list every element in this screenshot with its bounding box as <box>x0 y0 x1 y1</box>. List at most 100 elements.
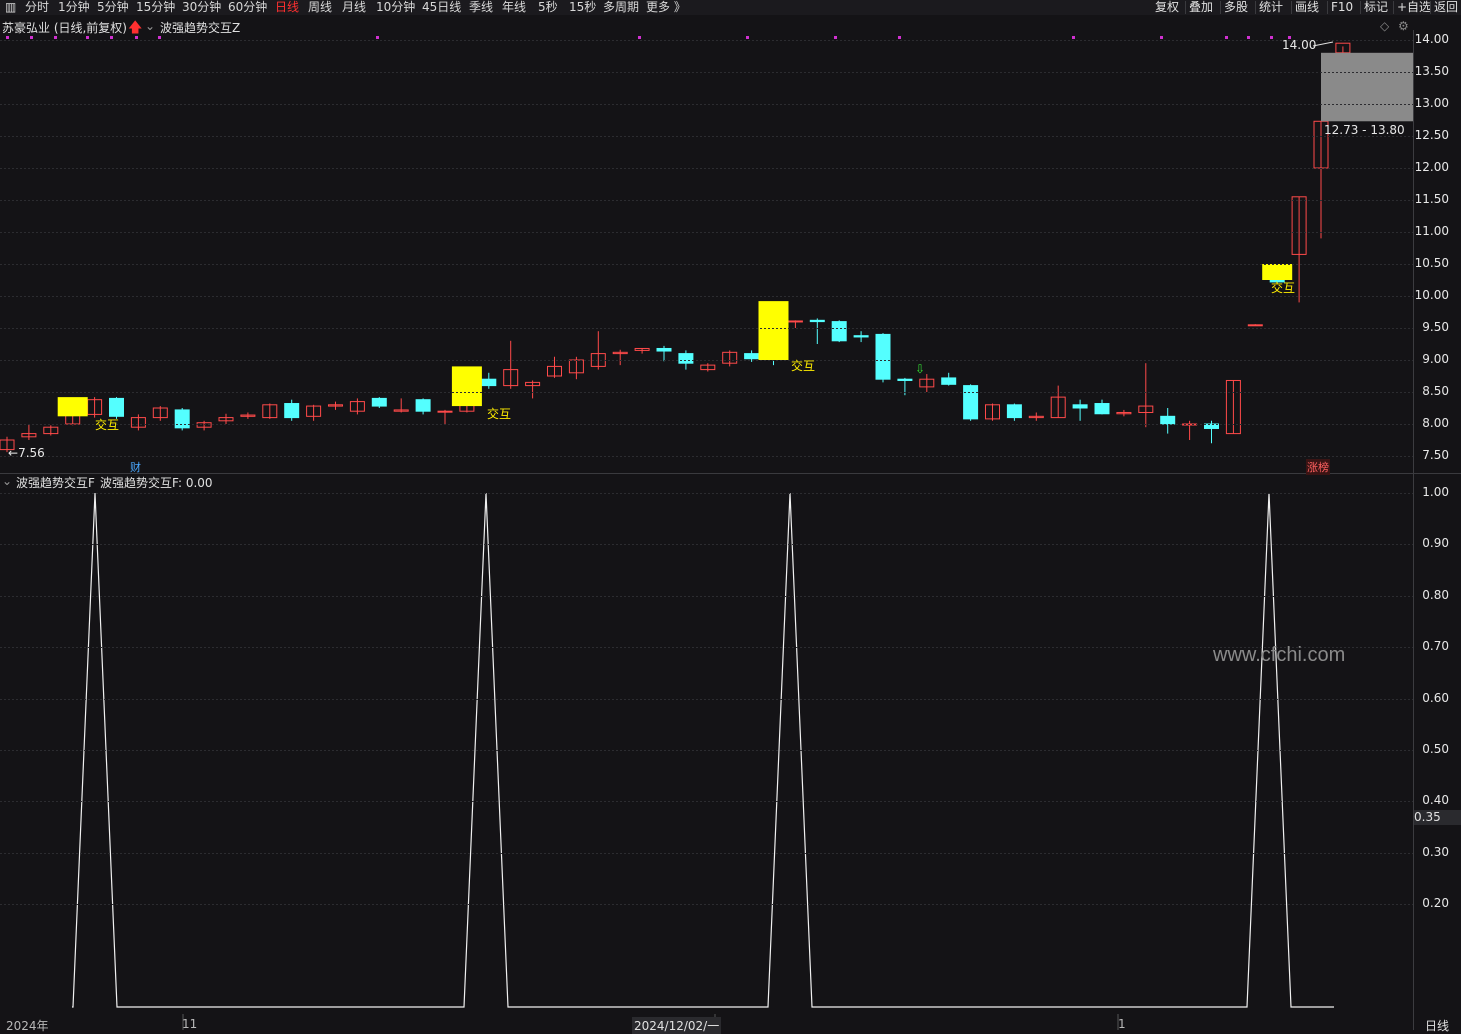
price-axis-label: 7.50 <box>1422 448 1449 462</box>
candle-body <box>656 347 672 352</box>
period-tab[interactable]: 45日线 <box>422 0 461 15</box>
period-tab[interactable]: 5分钟 <box>97 0 129 15</box>
signal-dot <box>834 36 837 39</box>
price-range-box <box>1321 52 1413 122</box>
candle-body <box>65 413 81 425</box>
indicator-axis-label: 0.40 <box>1422 793 1449 808</box>
signal-dot <box>158 36 161 39</box>
candle-body <box>1006 404 1022 419</box>
candle-body <box>1138 405 1154 413</box>
indicator-dropdown-icon[interactable]: ⌄ <box>145 19 155 33</box>
period-tab[interactable]: 30分钟 <box>182 0 221 15</box>
indicator-axis-label: 0.70 <box>1422 639 1449 654</box>
candle-body <box>1247 324 1263 327</box>
price-gridline <box>0 264 1413 265</box>
period-tab[interactable]: 1分钟 <box>58 0 90 15</box>
candle-body <box>963 385 979 420</box>
period-tab[interactable]: 月线 <box>342 0 366 15</box>
price-gridline <box>0 456 1413 457</box>
toolbar-button[interactable]: 标记 <box>1364 0 1388 15</box>
toolbar-button[interactable]: 返回 <box>1434 0 1458 15</box>
indicator-axis-label: 0.30 <box>1422 844 1449 859</box>
interaction-label: 交互 <box>95 418 120 432</box>
period-tab[interactable]: 周线 <box>308 0 332 15</box>
sidebar-toggle-icon[interactable]: ▥ <box>5 0 16 15</box>
candle-body <box>568 359 584 374</box>
period-tab[interactable]: 60分钟 <box>228 0 267 15</box>
signal-dot <box>54 36 57 39</box>
candle-body <box>240 414 256 417</box>
period-tab[interactable]: 分时 <box>25 0 49 15</box>
limit-up-badge[interactable]: 涨榜 <box>1306 459 1330 475</box>
toolbar-button[interactable]: 多股 <box>1224 0 1248 15</box>
indicator-gridline <box>0 801 1413 803</box>
indicator-gridline <box>0 647 1413 649</box>
period-tab[interactable]: 更多 》 <box>646 0 686 15</box>
period-tab[interactable]: 年线 <box>502 0 526 15</box>
panel-divider[interactable] <box>0 473 1461 474</box>
candle-body <box>525 381 541 387</box>
candle-body <box>919 378 935 388</box>
main-indicator-name[interactable]: 波强趋势交互Z <box>160 19 240 36</box>
toolbar-button[interactable]: 复权 <box>1155 0 1179 15</box>
candle-body <box>284 403 300 419</box>
indicator-value-tag: 0.35 <box>1414 810 1461 825</box>
candle-body <box>328 404 343 407</box>
price-gridline <box>0 136 1413 137</box>
candle-body <box>437 410 453 413</box>
price-gridline <box>0 72 1413 73</box>
interaction-label: 交互 <box>487 407 512 421</box>
period-tab[interactable]: 15分钟 <box>136 0 175 15</box>
toolbar-button[interactable]: 统计 <box>1259 0 1283 15</box>
period-tab[interactable]: 10分钟 <box>376 0 415 15</box>
toolbar-separator <box>1291 1 1292 14</box>
toolbar-button[interactable]: 叠加 <box>1189 0 1213 15</box>
toolbar-separator <box>1393 1 1394 14</box>
price-axis-label: 13.50 <box>1414 64 1449 78</box>
period-tab[interactable]: 日线 <box>275 0 299 15</box>
interaction-label: 交互 <box>791 359 816 373</box>
period-tab[interactable]: 多周期 <box>603 0 639 15</box>
signal-dot <box>30 36 33 39</box>
date-label: 1 <box>1118 1017 1126 1031</box>
candle-body <box>1225 379 1241 435</box>
settings-icon[interactable]: ⚙ <box>1398 19 1409 33</box>
candle-body <box>43 426 59 435</box>
diamond-icon[interactable]: ◇ <box>1380 19 1389 33</box>
left-arrow-icon: ← <box>8 446 19 460</box>
indicator-gridline <box>0 698 1413 700</box>
interaction-box <box>451 366 482 407</box>
toolbar-button[interactable]: F10 <box>1331 0 1353 15</box>
candle-body <box>875 333 891 380</box>
candle-body <box>853 335 869 338</box>
period-tab[interactable]: 15秒 <box>569 0 596 15</box>
price-axis-label: 10.00 <box>1414 288 1449 302</box>
candle-body <box>459 401 475 412</box>
candle-body <box>218 417 234 422</box>
period-tab[interactable]: 5秒 <box>538 0 558 15</box>
indicator-gridline <box>0 544 1413 546</box>
candle-body <box>985 404 1000 420</box>
signal-dot <box>1225 36 1228 39</box>
interaction-box <box>758 301 789 360</box>
stock-title: 苏豪弘业 (日线,前复权) <box>2 21 127 35</box>
indicator-axis-label: 1.00 <box>1422 485 1449 499</box>
signal-dot <box>6 36 9 39</box>
finance-badge[interactable]: 财 <box>130 459 141 475</box>
candle-body <box>1291 196 1307 255</box>
sub-indicator-dropdown-icon[interactable]: ⌄ <box>2 474 12 488</box>
period-tab[interactable]: 季线 <box>469 0 493 15</box>
price-range-label: 12.73 - 13.80 <box>1324 123 1405 137</box>
candle-body <box>109 397 124 417</box>
candle-body <box>634 347 650 351</box>
toolbar-button[interactable]: +自选 <box>1397 0 1431 15</box>
date-label: 2024年 <box>6 1019 49 1033</box>
toolbar-button[interactable]: 画线 <box>1295 0 1319 15</box>
indicator-gridline <box>0 904 1413 906</box>
candle-body <box>612 351 628 355</box>
sub-indicator-name[interactable]: 波强趋势交互F <box>16 474 95 491</box>
signal-dot <box>1247 36 1250 39</box>
price-axis-label: 14.00 <box>1414 32 1449 46</box>
period-label[interactable]: 日线 <box>1425 1017 1449 1034</box>
candle-body <box>415 399 431 412</box>
